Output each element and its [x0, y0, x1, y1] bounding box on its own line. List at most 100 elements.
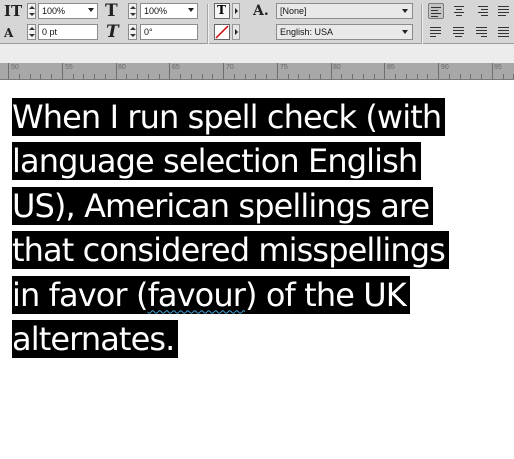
ruler-tick — [18, 74, 20, 79]
font-size-value: 100% — [42, 6, 66, 16]
text-color-swatch-icon[interactable]: T — [214, 3, 230, 19]
text-line: language selection English — [12, 139, 482, 183]
ruler-tick — [51, 74, 52, 79]
ruler-label: 65 — [172, 64, 180, 71]
ruler-tick — [72, 74, 74, 79]
ruler-tick — [147, 74, 149, 79]
ruler-tick — [158, 74, 160, 79]
stroke-color-swatch-icon[interactable] — [214, 24, 230, 40]
ruler-tick — [448, 74, 450, 79]
character-style-select[interactable]: [None] — [276, 3, 413, 19]
stroke-color-menu-button[interactable] — [232, 24, 240, 40]
ruler-tick — [180, 74, 181, 79]
ruler-tick — [244, 74, 246, 79]
baseline-shift-value: 0 pt — [42, 27, 58, 37]
font-size-stepper[interactable] — [27, 3, 36, 19]
ruler-label: 75 — [280, 64, 288, 71]
ruler-tick — [8, 63, 9, 79]
text-line: When I run spell check (with — [12, 95, 482, 139]
ruler-label: 95 — [494, 64, 502, 71]
align-left-icon[interactable] — [428, 3, 444, 19]
baseline-shift-input[interactable]: 0 pt — [38, 24, 98, 40]
skew-value: 0° — [144, 27, 153, 37]
character-style-value: [None] — [280, 6, 307, 16]
ruler-tick — [341, 74, 343, 79]
ruler-tick — [298, 74, 300, 79]
control-panel: IT 100% T 100% T A. [None] A 0 pt T 0° E… — [0, 0, 514, 44]
ruler-tick — [40, 74, 42, 79]
selected-text: in favor ( — [12, 275, 148, 314]
ruler-tick — [330, 63, 332, 79]
skew-stepper[interactable] — [128, 24, 137, 40]
align-right-icon[interactable] — [474, 3, 490, 19]
ruler-tick — [459, 74, 461, 79]
baseline-shift-icon: A — [4, 26, 14, 40]
vertical-scale-stepper[interactable] — [128, 3, 137, 19]
ruler-tick — [137, 74, 138, 79]
ruler-tick — [481, 74, 482, 79]
baseline-shift-stepper[interactable] — [27, 24, 36, 40]
character-style-icon: A. — [253, 3, 269, 19]
ruler-tick — [266, 74, 267, 79]
control-row-bottom: A 0 pt T 0° English: USA — [0, 23, 514, 43]
ruler-tick — [223, 63, 224, 79]
pasteboard-strip — [0, 44, 514, 63]
justify-left-icon[interactable] — [428, 24, 444, 40]
vertical-scale-icon: T — [105, 1, 118, 21]
language-select[interactable]: English: USA — [276, 24, 413, 40]
ruler-tick — [502, 74, 504, 79]
justify-center-icon[interactable] — [451, 24, 467, 40]
ruler-tick — [362, 74, 364, 79]
text-frame[interactable]: When I run spell check (with language se… — [12, 95, 482, 361]
skew-input[interactable]: 0° — [140, 24, 198, 40]
font-size-icon: IT — [4, 2, 23, 20]
ruler-tick — [212, 74, 214, 79]
ruler-tick — [352, 74, 353, 79]
ruler-tick — [126, 74, 128, 79]
ruler-tick — [255, 74, 257, 79]
ruler-tick — [169, 63, 171, 79]
ruler-tick — [201, 74, 203, 79]
misspelled-word[interactable]: favour — [148, 276, 246, 314]
ruler-label: 50 — [11, 64, 19, 71]
text-line: US), American spellings are — [12, 184, 482, 228]
control-row-top: IT 100% T 100% T A. [None] — [0, 1, 514, 44]
ruler-tick — [427, 74, 429, 79]
ruler-label: 85 — [387, 64, 395, 71]
selected-text: language selection English — [12, 142, 422, 181]
chevron-down-icon — [402, 30, 408, 34]
selected-text: that considered misspellings — [12, 231, 449, 270]
ruler-tick — [384, 63, 386, 79]
ruler-tick — [104, 74, 106, 79]
vertical-scale-dropdown-icon[interactable] — [188, 8, 194, 12]
vertical-scale-value: 100% — [144, 6, 168, 16]
ruler-label: 60 — [118, 64, 126, 71]
ruler-tick — [405, 74, 407, 79]
text-color-menu-button[interactable] — [232, 3, 240, 19]
ruler-label: 80 — [333, 64, 341, 71]
justify-right-icon[interactable] — [474, 24, 490, 40]
selected-text: When I run spell check (with — [12, 98, 446, 136]
align-center-icon[interactable] — [451, 3, 467, 19]
justify-all-icon[interactable] — [496, 24, 512, 40]
ruler-tick — [29, 74, 31, 79]
language-value: English: USA — [280, 27, 334, 37]
ruler-tick — [470, 74, 472, 79]
align-towards-spine-icon[interactable] — [496, 3, 512, 19]
ruler-tick — [61, 63, 63, 79]
ruler-label: 55 — [65, 64, 73, 71]
selected-text: alternates. — [12, 319, 179, 358]
selected-text: US), American spellings are — [12, 186, 434, 225]
selected-text: ) of the UK — [245, 275, 407, 314]
chevron-down-icon — [402, 9, 408, 13]
horizontal-ruler[interactable]: 50 55 60 65 70 75 80 85 90 95 — [0, 63, 514, 80]
ruler-tick — [233, 74, 235, 79]
ruler-tick — [276, 63, 278, 79]
ruler-tick — [94, 74, 95, 79]
text-line: that considered misspellings — [12, 228, 482, 272]
ruler-tick — [319, 74, 321, 79]
font-size-dropdown-icon[interactable] — [88, 8, 94, 12]
ruler-tick — [115, 63, 117, 79]
ruler-tick — [438, 63, 439, 79]
ruler-tick — [395, 74, 396, 79]
